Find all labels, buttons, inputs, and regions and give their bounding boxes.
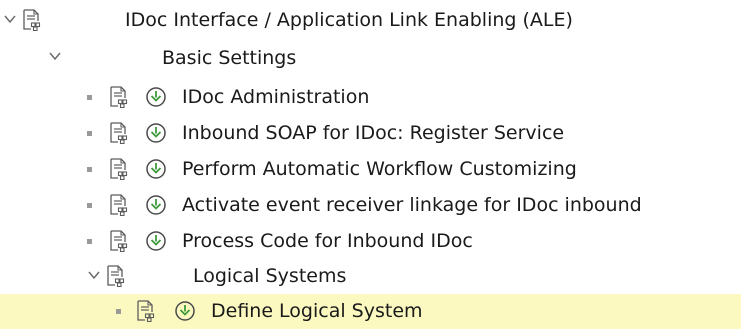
tree-node-label[interactable]: Inbound SOAP for IDoc: Register Service — [182, 121, 564, 145]
clock-execute-icon[interactable] — [145, 86, 167, 108]
tree-node-leaf-selected[interactable]: Define Logical System — [0, 294, 741, 329]
tree-node-leaf[interactable]: Process Code for Inbound IDoc — [0, 224, 741, 260]
tree-node-logical-systems[interactable]: Logical Systems — [0, 260, 741, 296]
tree-node-label[interactable]: IDoc Administration — [182, 85, 369, 109]
document-icon — [109, 122, 129, 144]
tree-node-label[interactable]: Activate event receiver linkage for IDoc… — [182, 193, 642, 217]
bullet-icon — [87, 131, 92, 136]
tree-node-label[interactable]: Basic Settings — [162, 46, 296, 70]
chevron-down-icon[interactable] — [3, 12, 17, 26]
document-icon — [109, 86, 129, 108]
clock-execute-icon[interactable] — [145, 230, 167, 252]
bullet-icon — [87, 95, 92, 100]
chevron-down-icon[interactable] — [48, 49, 62, 63]
document-icon — [136, 300, 156, 322]
tree-node-leaf[interactable]: IDoc Administration — [0, 80, 741, 116]
tree-node-root[interactable]: IDoc Interface / Application Link Enabli… — [0, 8, 741, 44]
bullet-icon — [87, 203, 92, 208]
document-icon — [106, 265, 126, 287]
tree-node-label[interactable]: IDoc Interface / Application Link Enabli… — [125, 8, 573, 32]
chevron-down-icon[interactable] — [87, 268, 101, 282]
tree-node-basic-settings[interactable]: Basic Settings — [0, 44, 741, 80]
tree-node-label[interactable]: Define Logical System — [211, 299, 423, 323]
bullet-icon — [116, 309, 121, 314]
document-icon — [22, 9, 42, 31]
document-icon — [109, 158, 129, 180]
tree-node-leaf[interactable]: Perform Automatic Workflow Customizing — [0, 152, 741, 188]
tree-node-label[interactable]: Process Code for Inbound IDoc — [182, 229, 473, 253]
clock-execute-icon[interactable] — [145, 194, 167, 216]
tree-node-label[interactable]: Perform Automatic Workflow Customizing — [182, 157, 577, 181]
img-tree: IDoc Interface / Application Link Enabli… — [0, 0, 741, 329]
clock-execute-icon[interactable] — [174, 300, 196, 322]
tree-node-leaf[interactable]: Inbound SOAP for IDoc: Register Service — [0, 116, 741, 152]
tree-node-label[interactable]: Logical Systems — [193, 264, 346, 288]
bullet-icon — [87, 239, 92, 244]
clock-execute-icon[interactable] — [145, 122, 167, 144]
document-icon — [109, 230, 129, 252]
document-icon — [109, 194, 129, 216]
clock-execute-icon[interactable] — [145, 158, 167, 180]
bullet-icon — [87, 167, 92, 172]
tree-node-leaf[interactable]: Activate event receiver linkage for IDoc… — [0, 188, 741, 224]
